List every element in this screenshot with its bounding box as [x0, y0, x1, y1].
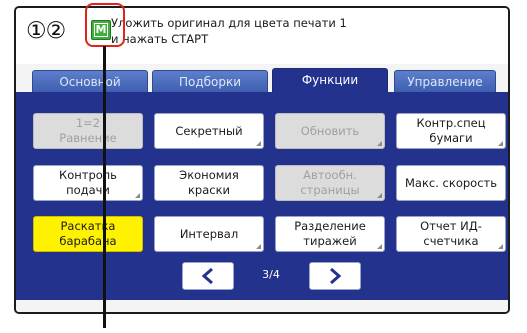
btn-drum-rolling[interactable]: Раскатка барабана: [33, 216, 143, 252]
functions-panel: 1=2 Равнение Секретный Обновить Контр.сп…: [16, 92, 508, 300]
callout-highlight: [85, 3, 125, 47]
btn-refresh-label: Обновить: [300, 123, 360, 138]
screen-footer: [16, 300, 508, 312]
btn-auto-page-refresh[interactable]: Автообн. страницы: [275, 165, 385, 201]
btn-interval-label: Интервал: [179, 226, 239, 241]
btn-drum-rolling-label: Раскатка барабана: [59, 219, 117, 248]
submenu-corner-icon: [498, 141, 503, 146]
status-message-line2: и нажать СТАРТ: [111, 32, 209, 46]
submenu-corner-icon: [377, 193, 382, 198]
btn-job-separation[interactable]: Разделение тиражей: [275, 216, 385, 252]
btn-feed-control-label: Контроль подачи: [59, 168, 117, 197]
btn-special-paper-control[interactable]: Контр.спец бумаги: [396, 113, 506, 149]
chevron-right-icon: [330, 267, 342, 285]
btn-id-counter-report[interactable]: Отчет ИД- счетчика: [396, 216, 506, 252]
btn-interval[interactable]: Интервал: [154, 216, 264, 252]
tab-functions[interactable]: Функции: [272, 68, 388, 92]
tab-basic[interactable]: Основной: [32, 70, 148, 92]
callout-leader-line: [103, 46, 106, 328]
btn-feed-control[interactable]: Контроль подачи: [33, 165, 143, 201]
submenu-corner-icon: [498, 244, 503, 249]
submenu-corner-icon: [135, 193, 140, 198]
btn-1-2-alignment-label: 1=2 Равнение: [59, 116, 117, 145]
btn-secret[interactable]: Секретный: [154, 113, 264, 149]
submenu-corner-icon: [377, 141, 382, 146]
tab-collections[interactable]: Подборки: [152, 70, 268, 92]
status-message-line1: Уложить оригинал для цвета печати 1: [111, 16, 347, 30]
prev-page-button[interactable]: [182, 262, 234, 290]
submenu-corner-icon: [256, 141, 261, 146]
btn-refresh[interactable]: Обновить: [275, 113, 385, 149]
btn-max-speed[interactable]: Макс. скорость: [396, 165, 506, 201]
submenu-corner-icon: [256, 244, 261, 249]
tab-bar: Основной Подборки Функции Управление: [16, 68, 508, 92]
btn-secret-label: Секретный: [175, 123, 243, 138]
btn-1-2-alignment[interactable]: 1=2 Равнение: [33, 113, 143, 149]
btn-ink-saving-label: Экономия краски: [179, 168, 239, 197]
chevron-left-icon: [201, 267, 213, 285]
btn-auto-page-refresh-label: Автообн. страницы: [300, 168, 360, 197]
device-screen: ①② M Уложить оригинал для цвета печати 1…: [14, 6, 510, 314]
btn-max-speed-label: Макс. скорость: [405, 175, 497, 190]
tab-management[interactable]: Управление: [394, 70, 496, 92]
btn-ink-saving[interactable]: Экономия краски: [154, 165, 264, 201]
status-message: Уложить оригинал для цвета печати 1 и на…: [111, 15, 491, 47]
btn-id-counter-report-label: Отчет ИД- счетчика: [420, 219, 482, 248]
next-page-button[interactable]: [309, 262, 361, 290]
page-indicator: 3/4: [262, 268, 280, 281]
color-indicators: ①②: [26, 18, 66, 44]
submenu-corner-icon: [377, 244, 382, 249]
btn-job-separation-label: Разделение тиражей: [294, 219, 366, 248]
btn-special-paper-control-label: Контр.спец бумаги: [416, 116, 486, 145]
